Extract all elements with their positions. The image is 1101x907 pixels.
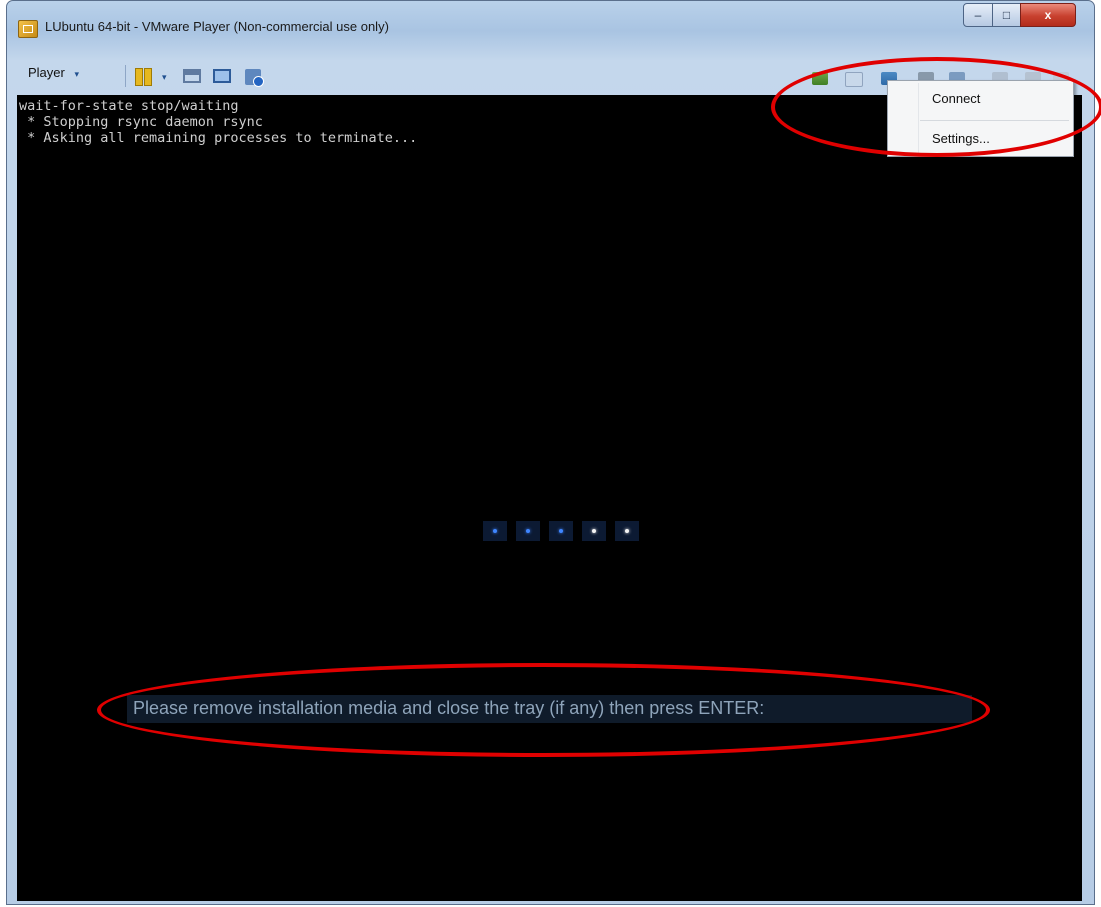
progress-dot xyxy=(549,521,573,541)
progress-dot xyxy=(516,521,540,541)
chevron-down-icon[interactable]: ▾ xyxy=(162,72,172,88)
toolbar-separator xyxy=(125,65,126,87)
progress-dot xyxy=(483,521,507,541)
title-bar[interactable]: LUbuntu 64-bit - VMware Player (Non-comm… xyxy=(7,1,1094,53)
chevron-down-icon: ▾ xyxy=(74,69,80,79)
console-output: wait-for-state stop/waiting * Stopping r… xyxy=(19,98,417,146)
window-title: LUbuntu 64-bit - VMware Player (Non-comm… xyxy=(45,19,389,34)
progress-dot xyxy=(582,521,606,541)
boot-progress-dots xyxy=(483,521,648,541)
fullscreen-icon[interactable] xyxy=(213,69,231,83)
player-menu[interactable]: Player ▾ xyxy=(28,65,79,80)
vmware-app-icon xyxy=(18,20,38,38)
maximize-button[interactable]: □ xyxy=(992,3,1021,27)
console-line: * Asking all remaining processes to term… xyxy=(19,130,418,146)
annotation-ellipse xyxy=(97,663,990,757)
progress-dot xyxy=(615,521,639,541)
unity-icon[interactable] xyxy=(245,69,264,87)
minimize-button[interactable]: – xyxy=(963,3,993,27)
vm-screen[interactable]: wait-for-state stop/waiting * Stopping r… xyxy=(17,95,1082,901)
annotation-ellipse xyxy=(771,57,1101,157)
pause-icon[interactable] xyxy=(134,68,152,86)
console-line: * Stopping rsync daemon rsync xyxy=(19,114,263,130)
send-ctrl-alt-del-icon[interactable] xyxy=(183,69,201,83)
close-button[interactable]: x xyxy=(1020,3,1076,27)
player-menu-label: Player xyxy=(28,65,65,80)
console-line: wait-for-state stop/waiting xyxy=(19,98,239,114)
